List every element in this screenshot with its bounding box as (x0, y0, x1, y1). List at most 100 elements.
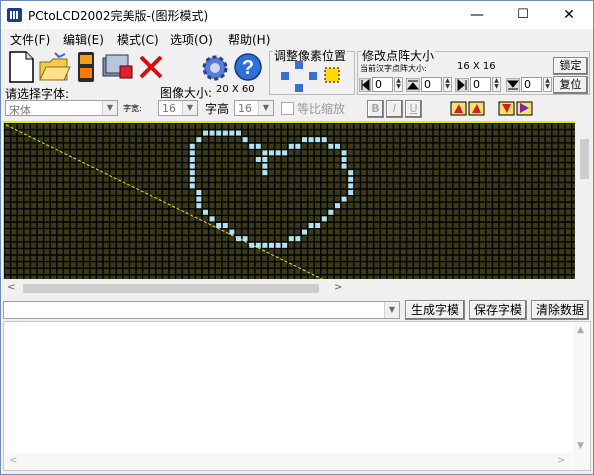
lit-pixel[interactable] (328, 143, 334, 149)
gear-icon[interactable] (199, 50, 231, 84)
settings-icon[interactable] (100, 52, 136, 82)
lit-pixel[interactable] (321, 137, 327, 143)
flip-icon[interactable] (498, 99, 534, 117)
pixel-canvas[interactable] (3, 121, 575, 279)
right-spin-arrows[interactable]: ▲ ▼ (492, 77, 501, 92)
bottom-spin-arrows[interactable]: ▲ ▼ (543, 77, 552, 92)
lit-pixel[interactable] (216, 223, 222, 228)
lit-pixel[interactable] (282, 150, 288, 156)
shrink-top-icon[interactable] (406, 78, 420, 92)
menu-edit[interactable]: 编辑(E) (63, 31, 104, 48)
lit-pixel[interactable] (295, 236, 301, 242)
lit-pixel[interactable] (262, 163, 268, 169)
lit-pixel[interactable] (209, 216, 215, 222)
lit-pixel[interactable] (209, 130, 215, 136)
bold-button[interactable]: B (367, 100, 384, 118)
shrink-left-icon[interactable] (359, 78, 371, 92)
close-button[interactable]: ✕ (546, 1, 592, 29)
lit-pixel[interactable] (302, 137, 307, 143)
lit-pixel[interactable] (341, 163, 347, 169)
lit-pixel[interactable] (196, 137, 202, 143)
lit-pixel[interactable] (348, 170, 354, 176)
menu-mode[interactable]: 模式(C) (117, 31, 159, 48)
lit-pixel[interactable] (203, 209, 208, 215)
lit-pixel[interactable] (196, 190, 202, 195)
lit-pixel[interactable] (229, 229, 235, 235)
reset-button[interactable]: 复位 (553, 76, 588, 94)
lit-pixel[interactable] (242, 236, 248, 242)
lit-pixel[interactable] (348, 190, 354, 195)
lit-pixel[interactable] (203, 130, 208, 136)
clear-button[interactable]: 清除数据 (531, 300, 589, 320)
lit-pixel[interactable] (288, 143, 294, 149)
left-spin-input[interactable]: 0 (372, 77, 393, 92)
lit-pixel[interactable] (255, 157, 261, 162)
char-height-select[interactable]: 16 ▼ (234, 100, 274, 116)
lit-pixel[interactable] (262, 242, 268, 248)
lit-pixel[interactable] (288, 236, 294, 242)
lit-pixel[interactable] (229, 130, 235, 136)
lit-pixel[interactable] (328, 209, 334, 215)
lit-pixel[interactable] (282, 242, 288, 248)
lit-pixel[interactable] (189, 163, 195, 169)
lit-pixel[interactable] (242, 137, 248, 143)
open-icon[interactable] (37, 50, 71, 84)
canvas-horizontal-scrollbar[interactable]: < > (1, 280, 593, 297)
move-pixels-icon[interactable] (277, 60, 347, 94)
scroll-left-icon[interactable]: < (9, 455, 17, 466)
lit-pixel[interactable] (222, 130, 228, 136)
new-icon[interactable] (6, 50, 36, 84)
scroll-right-icon[interactable]: > (557, 455, 565, 466)
lit-pixel[interactable] (189, 170, 195, 176)
delete-icon[interactable] (137, 53, 165, 81)
output-horizontal-scrollbar[interactable]: < > (4, 453, 572, 470)
lit-pixel[interactable] (189, 143, 195, 149)
canvas-vertical-scrollbar[interactable] (576, 121, 593, 279)
char-width-select[interactable]: 16 ▼ (158, 100, 198, 116)
lit-pixel[interactable] (341, 157, 347, 162)
output-textarea[interactable]: ▲ ▼ < > (3, 321, 591, 471)
lit-pixel[interactable] (269, 242, 274, 248)
lit-pixel[interactable] (341, 150, 347, 156)
right-spin-input[interactable]: 0 (470, 77, 491, 92)
top-spin-arrows[interactable]: ▲ ▼ (443, 77, 452, 92)
lit-pixel[interactable] (189, 157, 195, 162)
lit-pixel[interactable] (308, 223, 314, 228)
lit-pixel[interactable] (308, 137, 314, 143)
lit-pixel[interactable] (196, 196, 202, 202)
menu-options[interactable]: 选项(O) (170, 31, 213, 48)
lit-pixel[interactable] (249, 143, 255, 149)
scroll-left-icon[interactable]: < (7, 282, 15, 293)
lit-pixel[interactable] (341, 196, 347, 202)
scroll-thumb[interactable] (23, 284, 319, 293)
minimize-button[interactable]: — (454, 1, 500, 29)
proportional-checkbox[interactable] (281, 102, 294, 115)
lit-pixel[interactable] (335, 143, 340, 149)
lit-pixel[interactable] (222, 223, 228, 228)
lit-pixel[interactable] (189, 150, 195, 156)
scroll-right-icon[interactable]: > (334, 282, 342, 293)
scroll-up-icon[interactable]: ▲ (577, 325, 584, 335)
lit-pixel[interactable] (315, 137, 321, 143)
lit-pixel[interactable] (236, 130, 241, 136)
help-icon[interactable]: ? (233, 50, 265, 84)
lit-pixel[interactable] (269, 150, 274, 156)
lit-pixel[interactable] (249, 242, 255, 248)
lit-pixel[interactable] (275, 242, 281, 248)
lit-pixel[interactable] (262, 150, 268, 156)
scroll-down-icon[interactable]: ▼ (577, 441, 584, 451)
bottom-spin-input[interactable]: 0 (521, 77, 542, 92)
lit-pixel[interactable] (255, 242, 261, 248)
scroll-thumb[interactable] (580, 139, 589, 179)
left-spin-arrows[interactable]: ▲ ▼ (394, 77, 403, 92)
output-vertical-scrollbar[interactable]: ▲ ▼ (573, 322, 590, 470)
menu-file[interactable]: 文件(F) (10, 31, 50, 48)
lit-pixel[interactable] (348, 176, 354, 182)
lit-pixel[interactable] (321, 216, 327, 222)
lit-pixel[interactable] (335, 203, 340, 209)
save-icon[interactable] (73, 50, 99, 84)
font-select[interactable]: 宋体 ▼ (5, 100, 118, 117)
output-select[interactable]: ▼ (3, 301, 400, 319)
lit-pixel[interactable] (255, 143, 261, 149)
lit-pixel[interactable] (189, 176, 195, 182)
